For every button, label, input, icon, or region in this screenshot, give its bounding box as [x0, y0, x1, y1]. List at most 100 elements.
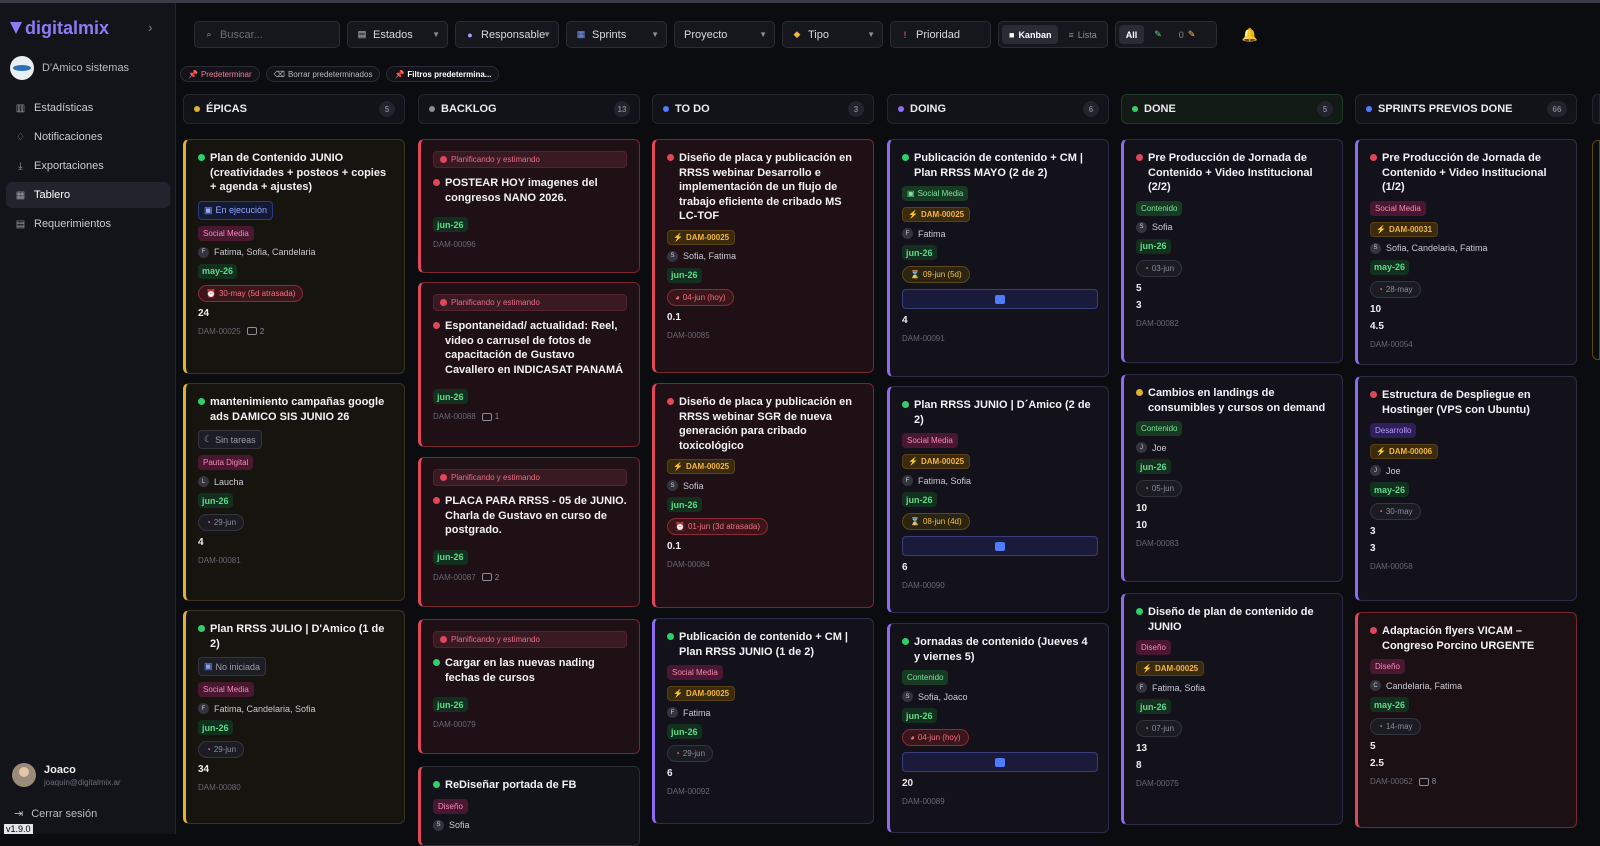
assignees: F Fatima, Sofia, Candelaria [198, 246, 316, 258]
column-header[interactable]: DOING 6 [887, 94, 1109, 124]
task-card[interactable]: Publicación de contenido + CM | Plan RRS… [887, 139, 1109, 377]
code-label: DAM-00082 [1136, 318, 1179, 328]
card-title: ReDiseñar portada de FB [433, 778, 627, 793]
logout-button[interactable]: ⇥ Cerrar sesión [14, 807, 97, 821]
pencil-zero-button[interactable]: 0 ✎ [1172, 25, 1203, 44]
column-header[interactable]: TO DO 3 [652, 94, 874, 124]
column-count: 3 [848, 101, 864, 117]
card-code: DAM-00083 [1136, 539, 1179, 548]
brand-logo[interactable]: digitalmix [10, 15, 109, 41]
due-badge: ◔ 05-jun [1136, 480, 1183, 497]
task-card[interactable]: mantenimiento campañas google ads DAMICO… [183, 383, 405, 601]
column-header[interactable]: ÉPICAS 5 [183, 94, 405, 124]
card-title-text: Pre Producción de Jornada de Contenido +… [1382, 152, 1547, 193]
priority-dot [667, 398, 674, 405]
task-card[interactable]: Estructura de Despliegue en Hostinger (V… [1355, 376, 1577, 601]
avatar: F [902, 228, 913, 239]
filter-responsable[interactable]: ● Responsable ▼ [455, 21, 559, 48]
assignees: S Sofia [667, 480, 704, 491]
task-card[interactable]: Plan de Contenido JUNIO (creatividades +… [183, 139, 405, 374]
filter-sprints[interactable]: ▦ Sprints ▼ [566, 21, 667, 48]
estimate-value: 5 [1136, 282, 1142, 294]
column-header[interactable]: BACKLOG 13 [418, 94, 640, 124]
status-dot [440, 299, 447, 306]
task-card[interactable]: Plan RRSS JULIO | D'Amico (1 de 2) ▣ No i… [183, 610, 405, 824]
tag-badge: Social Media [902, 433, 958, 448]
task-card[interactable]: Plan RRSS JUNIO | D´Amico (2 de 2) Socia… [887, 386, 1109, 613]
state-badge: ☾ Sin tareas [198, 430, 262, 449]
task-card[interactable]: Planificando y estimando POSTEAR HOY ima… [418, 139, 640, 273]
all-button[interactable]: All [1118, 25, 1145, 44]
assignees: L Laucha [198, 476, 244, 487]
task-card[interactable]: Jornadas de contenido (Jueves 4 y vierne… [887, 623, 1109, 833]
assignee-names: Candelaria, Fatima [1386, 680, 1463, 691]
bell-icon: ♢ [16, 131, 25, 143]
estimate-value: 10 [1370, 303, 1382, 315]
code-label: DAM-00089 [902, 797, 945, 806]
task-card[interactable]: Publicación de contenido + CM | Plan RRS… [652, 618, 874, 824]
sidebar-item-notificaciones[interactable]: ♢ Notificaciones [6, 124, 170, 150]
user-profile[interactable]: Joaco joaquin@digitalmix.ar [12, 763, 121, 787]
task-card[interactable]: Planificando y estimando PLACA PARA RRSS… [418, 457, 640, 607]
priority-dot [1136, 154, 1143, 161]
view-toggle: ■ Kanban ≡ Lista [998, 21, 1108, 48]
estimate-value: 10 [1136, 503, 1148, 514]
filter-tipo[interactable]: ◆ Tipo ▼ [782, 21, 883, 48]
filter-estados[interactable]: ▤ Estados ▼ [347, 21, 448, 48]
task-card[interactable]: Pre Producción de Jornada de Contenido +… [1355, 139, 1577, 365]
sidebar-item-estadisticas[interactable]: ▥ Estadísticas [6, 95, 170, 121]
logout-icon: ⇥ [14, 808, 24, 820]
column-header[interactable]: DONE 5 [1121, 94, 1343, 124]
task-card[interactable]: ReDiseñar portada de FB Diseño S Sofia [418, 766, 640, 846]
card-code: DAM-00091 [902, 334, 945, 343]
set-default-button[interactable]: 📌 Predeterminar [180, 66, 260, 82]
clock-icon: ◔ [1378, 722, 1383, 731]
task-card[interactable]: Adaptación flyers VICAM – Congreso Porci… [1355, 612, 1577, 828]
clear-defaults-button[interactable]: ⌫ Borrar predeterminados [265, 66, 381, 82]
priority-dot [433, 322, 440, 329]
filter-prioridad[interactable]: ! Prioridad [890, 21, 991, 48]
saved-filters-button[interactable]: 📌 Filtros predetermina... [386, 66, 500, 82]
card-title-text: Plan RRSS JULIO | D'Amico (1 de 2) [210, 623, 385, 650]
state-badge: ▣ En ejecución [198, 200, 274, 220]
task-card[interactable]: Diseño de placa y publicación en RRSS we… [652, 383, 874, 608]
column-count: 13 [614, 101, 630, 117]
play-button[interactable] [902, 752, 1098, 772]
sprint-badge: jun-26 [433, 549, 468, 565]
priority-dot [1370, 627, 1377, 634]
card-title: Cargar en las nuevas nading fechas de cu… [433, 656, 627, 685]
sidebar-item-exportaciones[interactable]: ⤓ Exportaciones [6, 153, 170, 179]
column-header[interactable]: SPRINTS PREVIOS DONE 66 [1355, 94, 1577, 124]
card-title: mantenimiento campañas google ads DAMICO… [198, 395, 392, 424]
sidebar-item-tablero[interactable]: ▦ Tablero [6, 182, 170, 208]
task-card[interactable]: Cambios en landings de consumibles y cur… [1121, 374, 1343, 582]
sidebar-item-requerimientos[interactable]: ▤ Requerimientos [6, 211, 170, 237]
task-card[interactable]: Pre Producción de Jornada de Contenido +… [1121, 139, 1343, 363]
sidebar: digitalmix › D'Amico sistemas ▥ Estadísti… [0, 3, 176, 834]
pencil-green-button[interactable]: ✎ [1147, 25, 1169, 44]
task-card[interactable]: Diseño de plan de contenido de JUNIO Dis… [1121, 593, 1343, 825]
play-button[interactable] [902, 289, 1098, 309]
task-card[interactable]: Diseño de placa y publicación en RRSS we… [652, 139, 874, 373]
play-icon [995, 541, 1005, 551]
estimate-value: 3 [1370, 526, 1376, 537]
epic-label: DAM-00025 [920, 210, 965, 219]
org-switcher[interactable]: D'Amico sistemas [10, 56, 129, 80]
kanban-icon: ■ [1009, 29, 1015, 40]
view-kanban-button[interactable]: ■ Kanban [1002, 25, 1059, 44]
task-card[interactable]: Planificando y estimando Espontaneidad/ … [418, 282, 640, 447]
status-banner: Planificando y estimando [433, 631, 627, 648]
state-badge: ▣ No iniciada [198, 657, 267, 676]
card-code: DAM-00079 [433, 720, 476, 729]
task-card[interactable]: Planificando y estimando Cargar en las n… [418, 619, 640, 754]
card-code: DAM-00058 [1370, 562, 1413, 571]
filter-proyecto[interactable]: Proyecto ▼ [674, 21, 775, 48]
card-title-text: ReDiseñar portada de FB [445, 779, 577, 791]
user-email: joaquin@digitalmix.ar [44, 777, 121, 787]
search-input[interactable]: ⌕ Buscar... [194, 21, 340, 48]
notifications-bell-icon[interactable]: 🔔 [1240, 25, 1260, 45]
view-list-button[interactable]: ≡ Lista [1061, 25, 1103, 44]
play-button[interactable] [902, 536, 1098, 556]
chevron-right-icon[interactable]: › [148, 19, 153, 35]
status-dot [440, 156, 447, 163]
